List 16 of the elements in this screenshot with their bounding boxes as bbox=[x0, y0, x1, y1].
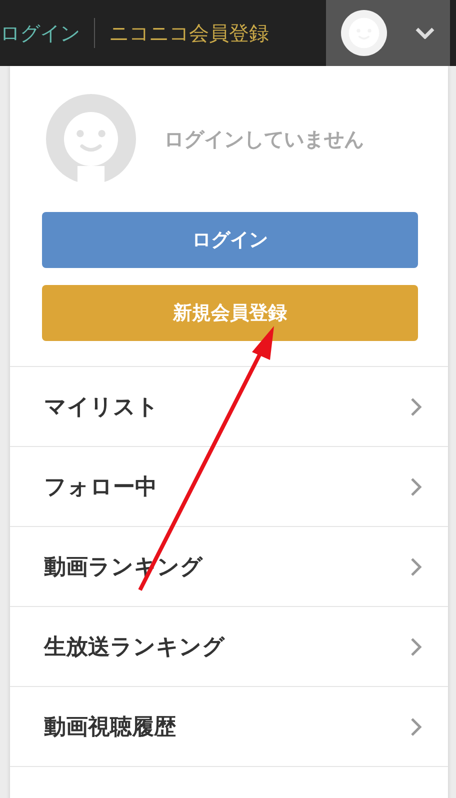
avatar-icon bbox=[46, 94, 136, 184]
login-link[interactable]: ログイン bbox=[0, 20, 80, 46]
account-menu-button[interactable] bbox=[326, 0, 450, 66]
menu-item[interactable]: 生放送ランキング bbox=[10, 606, 448, 686]
chevron-right-icon bbox=[410, 636, 422, 656]
login-status: ログインしていません bbox=[164, 126, 364, 152]
chevron-right-icon bbox=[410, 476, 422, 496]
chevron-right-icon bbox=[410, 716, 422, 736]
menu-item[interactable]: フォロー中 bbox=[10, 446, 448, 526]
chevron-right-icon bbox=[410, 556, 422, 576]
chevron-right-icon bbox=[410, 396, 422, 416]
avatar-icon bbox=[341, 10, 387, 56]
register-link[interactable]: ニコニコ会員登録 bbox=[109, 20, 269, 46]
menu-item[interactable]: 動画視聴履歴 bbox=[10, 686, 448, 766]
chevron-down-icon bbox=[415, 27, 435, 39]
menu-item[interactable]: マイリスト bbox=[10, 366, 448, 446]
